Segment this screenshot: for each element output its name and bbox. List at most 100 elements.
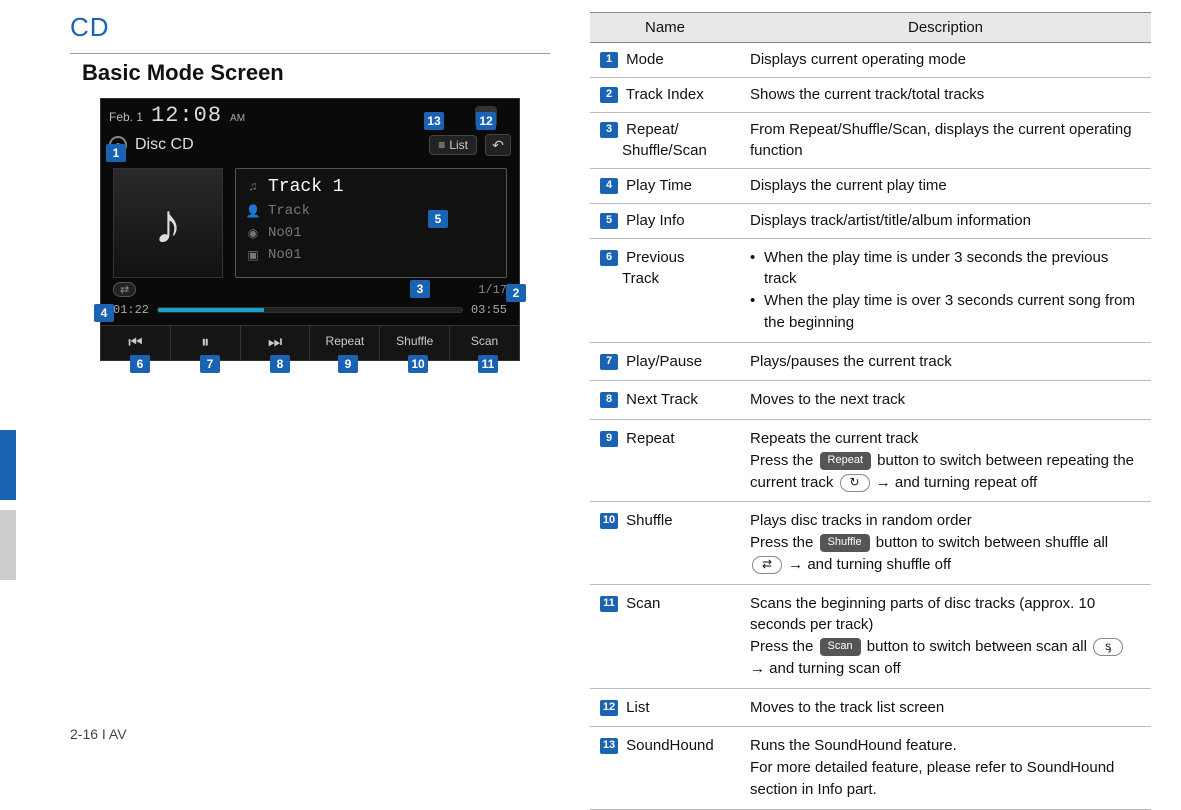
row-number-badge: 11 — [600, 596, 618, 612]
row-number-badge: 5 — [600, 213, 618, 229]
side-tab-inactive — [0, 510, 16, 580]
right-column: Name Description 1 ModeDisplays current … — [590, 12, 1151, 714]
music-icon: ♫ — [246, 180, 260, 194]
album-line: ▣ No01 — [246, 247, 496, 263]
bullet-item: When the play time is under 3 seconds th… — [750, 247, 1141, 291]
name-cell: 4 Play Time — [590, 169, 740, 204]
status-row: ⇄ 1/17 — [101, 282, 519, 299]
row-number-badge: 8 — [600, 392, 618, 408]
track-title-line: ♫ Track 1 — [246, 177, 496, 197]
repeat-label: Repeat — [326, 334, 365, 348]
status-ampm: AM — [230, 113, 245, 124]
callout-12: 12 — [476, 112, 496, 130]
description-table: Name Description 1 ModeDisplays current … — [590, 12, 1151, 810]
row-number-badge: 9 — [600, 431, 618, 447]
th-name: Name — [590, 13, 740, 43]
th-desc: Description — [740, 13, 1151, 43]
back-button[interactable]: ↶ — [485, 134, 511, 156]
name-cell: 13 SoundHound — [590, 727, 740, 809]
title-no: No01 — [268, 225, 302, 241]
album-no: No01 — [268, 247, 302, 263]
device-screenshot: Feb. 1 12:08 AM ♫ Disc CD ≡List ↶ ♪ ♫ Tra… — [100, 98, 520, 361]
table-row: 6 PreviousTrackWhen the play time is und… — [590, 238, 1151, 342]
desc-cell: Moves to the next track — [740, 381, 1151, 420]
table-row: 5 Play InfoDisplays track/artist/title/a… — [590, 203, 1151, 238]
callout-11: 11 — [478, 355, 498, 373]
row-number-badge: 1 — [600, 52, 618, 68]
status-time: 12:08 — [151, 103, 222, 128]
table-row: 2 Track IndexShows the current track/tot… — [590, 77, 1151, 112]
table-row: 8 Next TrackMoves to the next track — [590, 381, 1151, 420]
album-art: ♪ — [113, 168, 223, 278]
table-row: 3 Repeat/Shuffle/ScanFrom Repeat/Shuffle… — [590, 112, 1151, 169]
table-row: 10 ShufflePlays disc tracks in random or… — [590, 502, 1151, 584]
name-cell: 11 Scan — [590, 584, 740, 688]
track-index: 1/17 — [478, 283, 507, 297]
screen: Feb. 1 12:08 AM ♫ Disc CD ≡List ↶ ♪ ♫ Tra… — [100, 98, 520, 361]
status-bar: Feb. 1 12:08 AM ♫ — [101, 99, 519, 130]
desc-cell: Moves to the track list screen — [740, 688, 1151, 727]
row-number-badge: 2 — [600, 87, 618, 103]
desc-cell: Plays/pauses the current track — [740, 342, 1151, 381]
section-title: Basic Mode Screen — [82, 60, 550, 86]
artist-icon: 👤 — [246, 204, 260, 218]
bullet-item: When the play time is over 3 seconds cur… — [750, 290, 1141, 334]
desc-cell: Runs the SoundHound feature.For more det… — [740, 727, 1151, 809]
elapsed-time: 01:22 — [113, 303, 149, 317]
name-cell: 6 PreviousTrack — [590, 238, 740, 342]
total-time: 03:55 — [471, 303, 507, 317]
name-cell: 8 Next Track — [590, 381, 740, 420]
desc-cell: Repeats the current trackPress the Repea… — [740, 420, 1151, 502]
artist-text: Track — [268, 203, 310, 219]
track-title: Track 1 — [268, 177, 344, 197]
folder-icon: ▣ — [246, 248, 260, 262]
title-line: ◉No01 — [246, 225, 496, 241]
button-chip: Scan — [820, 638, 861, 656]
table-row: 12 ListMoves to the track list screen — [590, 688, 1151, 727]
name-cell: 7 Play/Pause — [590, 342, 740, 381]
table-row: 1 ModeDisplays current operating mode — [590, 43, 1151, 78]
callout-9: 9 — [338, 355, 358, 373]
control-row: ⏮ ⏸ ⏭ Repeat Shuffle Scan — [101, 325, 519, 360]
desc-cell: Scans the beginning parts of disc tracks… — [740, 584, 1151, 688]
callout-6: 6 — [130, 355, 150, 373]
prev-icon: ⏮ — [128, 334, 142, 352]
table-row: 11 ScanScans the beginning parts of disc… — [590, 584, 1151, 688]
desc-cell: Displays the current play time — [740, 169, 1151, 204]
row-number-badge: 10 — [600, 513, 618, 529]
progress-row: 01:22 03:55 — [101, 299, 519, 325]
name-cell: 5 Play Info — [590, 203, 740, 238]
desc-cell: Plays disc tracks in random orderPress t… — [740, 502, 1151, 584]
table-row: 4 Play TimeDisplays the current play tim… — [590, 169, 1151, 204]
status-date: Feb. 1 — [109, 110, 143, 124]
callout-5: 5 — [428, 210, 448, 228]
callout-1: 1 — [106, 144, 126, 162]
name-cell: 10 Shuffle — [590, 502, 740, 584]
next-icon: ⏭ — [268, 334, 282, 352]
mode-label: Disc CD — [135, 136, 194, 154]
callout-3: 3 — [410, 280, 430, 298]
list-button-label: List — [449, 138, 468, 152]
table-row: 13 SoundHoundRuns the SoundHound feature… — [590, 727, 1151, 809]
name-cell: 12 List — [590, 688, 740, 727]
row-number-badge: 7 — [600, 354, 618, 370]
row-number-badge: 13 — [600, 738, 618, 754]
row-number-badge: 4 — [600, 178, 618, 194]
callout-13: 13 — [424, 112, 444, 130]
callout-2: 2 — [506, 284, 526, 302]
chapter-title: CD — [70, 12, 550, 43]
list-button[interactable]: ≡List — [429, 135, 477, 155]
mode-icon-chip: ⇄ — [752, 556, 782, 574]
mode-icon-chip: ᶊ — [1093, 638, 1123, 656]
name-cell: 2 Track Index — [590, 77, 740, 112]
row-number-badge: 12 — [600, 700, 618, 716]
side-tab-active — [0, 430, 16, 500]
name-cell: 9 Repeat — [590, 420, 740, 502]
track-info-box: ♫ Track 1 👤 Track ◉No01 ▣ No01 — [235, 168, 507, 278]
desc-cell: Displays track/artist/title/album inform… — [740, 203, 1151, 238]
name-cell: 1 Mode — [590, 43, 740, 78]
scan-label: Scan — [471, 334, 498, 348]
mode-row: Disc CD ≡List ↶ — [101, 130, 519, 160]
callout-8: 8 — [270, 355, 290, 373]
progress-bar[interactable] — [157, 307, 463, 313]
